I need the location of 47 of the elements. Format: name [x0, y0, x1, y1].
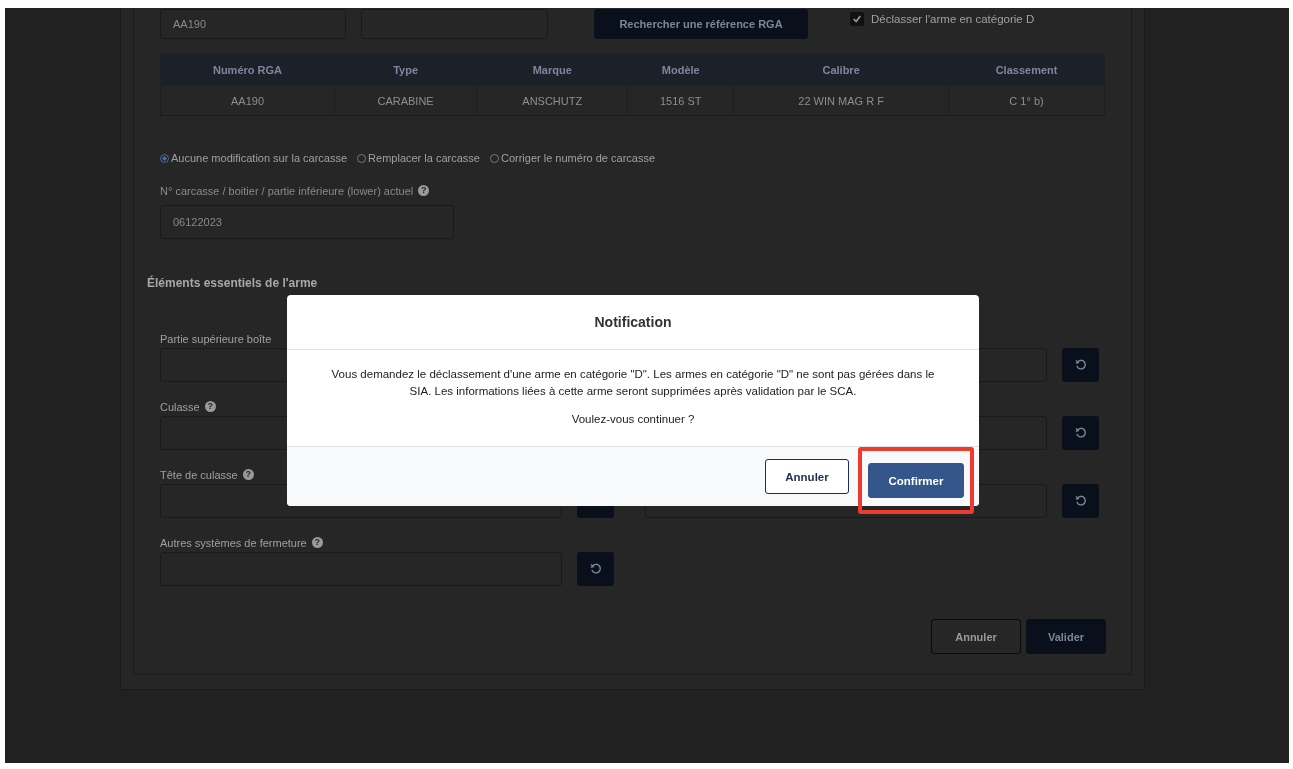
field-label: Autres systèmes de fermeture — [160, 536, 307, 549]
section-heading: Éléments essentiels de l'arme — [147, 276, 319, 290]
radio-button[interactable] — [160, 153, 169, 163]
reset-button[interactable] — [1062, 348, 1099, 382]
column-header: Modèle — [627, 53, 734, 86]
table-cell: 22 WIN MAG R F — [733, 85, 949, 116]
input-field[interactable] — [361, 9, 548, 39]
help-icon[interactable]: ? — [204, 401, 216, 412]
dialog-message: Vous demandez le déclassement d'une arme en catégorie "D". Les armes en catégorie "D" ne sont pas gérées dans le SIA. Les informations liées à cette arme seront supprimées après validation par le SCA. — [330, 367, 936, 399]
table-cell: ANSCHUTZ — [476, 85, 628, 116]
frame-number-field[interactable]: 06122023 — [160, 205, 454, 239]
validate-button[interactable]: Valider — [1026, 619, 1106, 654]
column-header: Marque — [476, 53, 628, 86]
dialog-question: Voulez-vous continuer ? — [570, 412, 696, 427]
undo-icon — [1074, 359, 1087, 371]
radio-label: Aucune modification sur la carcasse — [171, 152, 348, 164]
checkbox[interactable] — [850, 12, 864, 26]
confirm-button[interactable]: Confirmer — [868, 463, 964, 498]
reset-button[interactable] — [1062, 484, 1099, 518]
column-header: Calibre — [733, 53, 949, 86]
radio-label: Remplacer la carcasse — [368, 152, 480, 164]
column-header: Classement — [948, 53, 1105, 86]
undo-icon — [589, 563, 602, 575]
column-header: Type — [334, 53, 477, 86]
field-label: Partie supérieure boîte — [160, 332, 272, 345]
checkbox-label: Déclasser l'arme en catégorie D — [871, 13, 1035, 25]
field-label: Tête de culasse — [160, 468, 238, 481]
dialog-title: Notification — [287, 295, 979, 350]
table-cell: C 1° b) — [948, 85, 1105, 116]
rga-field[interactable]: AA190 — [160, 9, 346, 39]
search-button[interactable]: Rechercher une référence RGA — [594, 9, 808, 39]
reset-button[interactable] — [1062, 416, 1099, 450]
undo-icon — [1074, 427, 1087, 439]
reset-button[interactable] — [577, 552, 614, 586]
column-header: Numéro RGA — [160, 53, 335, 86]
help-icon[interactable]: ? — [311, 537, 323, 548]
table-cell: 1516 ST — [627, 85, 734, 116]
cancel-button[interactable]: Annuler — [931, 619, 1021, 654]
radio-label: Corriger le numéro de carcasse — [500, 152, 656, 164]
undo-icon — [1074, 495, 1087, 507]
table-cell: CARABINE — [334, 85, 477, 116]
field-label: N° carcasse / boitier / partie inférieure (lower) actuel — [160, 184, 414, 197]
table-cell: AA190 — [160, 85, 335, 116]
help-icon[interactable]: ? — [418, 185, 430, 196]
help-icon[interactable]: ? — [242, 469, 254, 480]
field-label: Culasse — [160, 400, 200, 413]
cancel-button[interactable]: Annuler — [765, 459, 849, 494]
